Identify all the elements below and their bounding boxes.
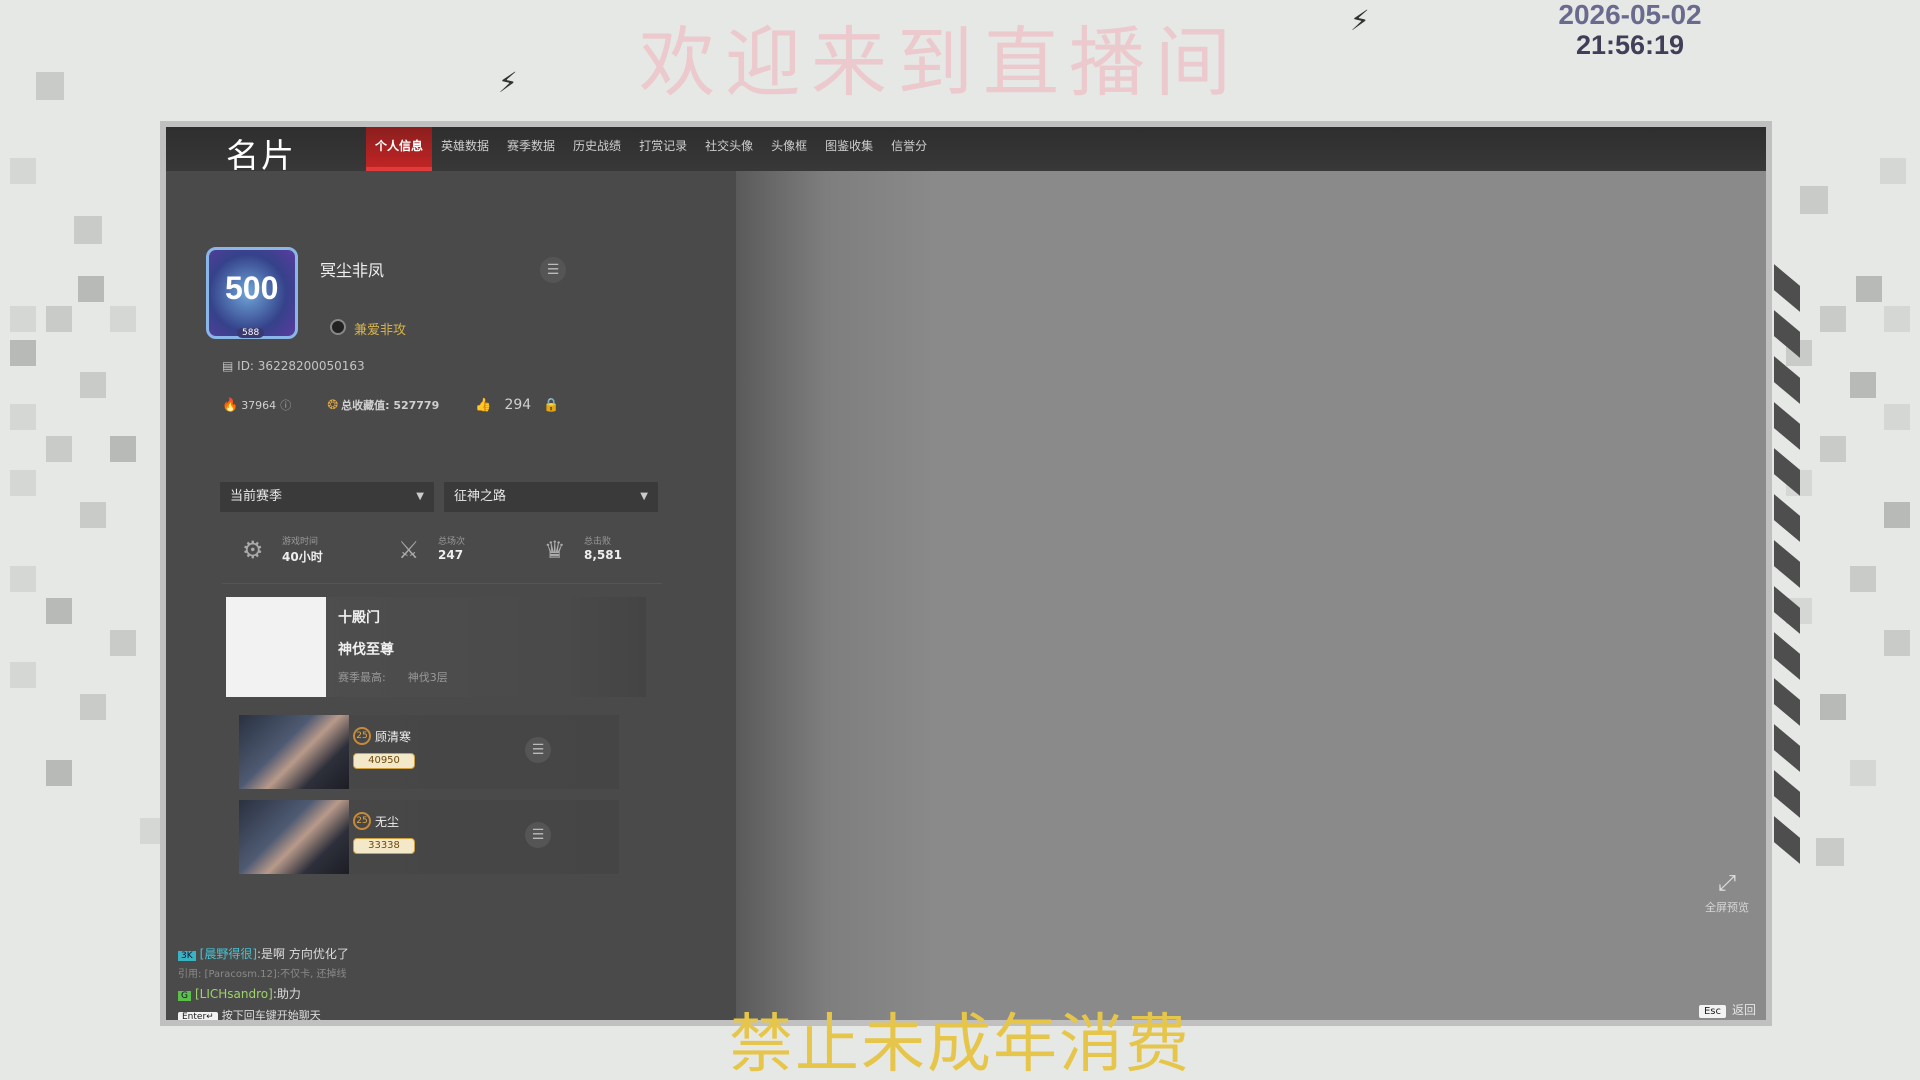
- id-card-icon: ▤: [222, 359, 238, 373]
- tab-match-history[interactable]: 历史战绩: [564, 127, 630, 171]
- stream-datetime: 2026-05-02 21:56:19: [1520, 0, 1740, 60]
- welcome-banner: 欢迎来到直播间: [639, 18, 1241, 107]
- profile-stats-row: 🔥 37964 ⓘ ❂ 总收藏值: 527779 👍 294 🔒: [222, 397, 562, 413]
- enter-key-icon: Enter↵: [178, 1012, 218, 1020]
- stat-label: 总场次: [438, 537, 466, 547]
- lightning-bolt-icon: ⚡: [1350, 4, 1370, 37]
- hero-score: 33338: [353, 838, 415, 854]
- chevron-down-icon: ▼: [640, 491, 648, 502]
- tab-social-avatar[interactable]: 社交头像: [696, 127, 762, 171]
- clock-icon: ⚙: [242, 536, 264, 564]
- tab-collection[interactable]: 图鉴收集: [816, 127, 882, 171]
- tab-season-data[interactable]: 赛季数据: [498, 127, 564, 171]
- heat-value: 37964: [241, 398, 277, 412]
- guild-emblem-icon: [330, 319, 346, 335]
- season-stats: ⚙ 游戏时间 40小时 ⚔ 总场次 247 ♛ 总击败 8,581: [222, 532, 662, 584]
- chat-quote: 引用: [Paracosm.12]:不仅卡, 还掉线: [178, 969, 347, 980]
- tab-hero-data[interactable]: 英雄数据: [432, 127, 498, 171]
- collection-icon: ❂: [327, 397, 339, 413]
- chat-text: :是啊 方向优化了: [257, 947, 349, 961]
- likes-count: 294: [504, 397, 532, 413]
- chat-input-hint[interactable]: Enter↵ 按下回车键开始聊天: [178, 1007, 321, 1022]
- hero-menu-button[interactable]: ☰: [525, 737, 551, 763]
- guild-name[interactable]: 兼爱非攻: [354, 319, 406, 338]
- chevron-down-icon: ▼: [416, 491, 424, 502]
- right-stripe-decor: [1774, 264, 1800, 865]
- info-icon[interactable]: ⓘ: [280, 397, 291, 413]
- stream-date: 2026-05-02: [1558, 0, 1702, 30]
- collection-value: 总收藏值: 527779: [341, 399, 440, 412]
- avatar-frame-number: 500: [225, 270, 279, 306]
- window-title: 名片: [226, 136, 296, 175]
- season-best: 赛季最高: 神伐3层: [338, 669, 448, 685]
- list-icon: ☰: [531, 827, 545, 843]
- stat-label: 游戏时间: [282, 537, 319, 547]
- rank-card[interactable]: 十殿门 神伐至尊 赛季最高: 神伐3层: [226, 597, 646, 697]
- chat-text: :助力: [272, 987, 301, 1001]
- stat-label: 总击败: [584, 537, 612, 547]
- flame-icon: 🔥: [222, 397, 239, 413]
- mode-select[interactable]: 征神之路 ▼: [444, 482, 658, 512]
- stat-value: 247: [438, 548, 464, 562]
- hero-level-badge: 25: [353, 727, 371, 745]
- hero-portrait: [239, 800, 349, 874]
- player-id: ▤ ID: 36228200050163: [222, 359, 365, 373]
- rank-name: 十殿门: [338, 610, 380, 626]
- hero-card[interactable]: 25 顾清寒 40950 ☰: [239, 715, 619, 789]
- chat-message: 3K [晨野得很]:是啊 方向优化了: [178, 945, 349, 962]
- lock-icon: 🔒: [543, 397, 560, 413]
- season-best-value: 神伐3层: [407, 671, 448, 684]
- avatar[interactable]: 500 588: [206, 247, 298, 339]
- hero-portrait: [239, 715, 349, 789]
- chat-nick[interactable]: [晨野得很]: [200, 947, 257, 961]
- window-header: 名片 个人信息 英雄数据 赛季数据 历史战绩 打赏记录 社交头像 头像框 图鉴收…: [166, 127, 1766, 175]
- season-select[interactable]: 当前赛季 ▼: [220, 482, 434, 512]
- hero-level-badge: 25: [353, 812, 371, 830]
- chat-badge: G: [178, 991, 191, 1001]
- thumbs-up-icon[interactable]: 👍: [475, 398, 491, 413]
- profile-menu-button[interactable]: ☰: [540, 257, 566, 283]
- hero-menu-button[interactable]: ☰: [525, 822, 551, 848]
- hero-score: 40950: [353, 753, 415, 769]
- chat-hint-text: 按下回车键开始聊天: [221, 1009, 321, 1022]
- fullscreen-preview-button[interactable]: ⤢ 全屏预览: [1698, 869, 1756, 915]
- chat-message: G [LICHsandro]:助力: [178, 985, 301, 1002]
- rank-emblem-image: [226, 597, 326, 697]
- rank-tier: 神伐至尊: [338, 642, 394, 658]
- tab-tip-records[interactable]: 打赏记录: [630, 127, 696, 171]
- stat-value: 8,581: [584, 548, 622, 562]
- hero-name: 无尘: [375, 815, 400, 829]
- back-button[interactable]: Esc 返回: [1698, 1001, 1756, 1018]
- mode-select-value: 征神之路: [454, 489, 507, 504]
- lightning-bolt-icon: ⚡: [498, 66, 518, 99]
- list-icon: ☰: [546, 262, 560, 278]
- hero-name: 顾清寒: [375, 730, 412, 744]
- fullscreen-label: 全屏预览: [1705, 901, 1749, 914]
- season-best-label: 赛季最高:: [338, 671, 386, 684]
- stream-time: 21:56:19: [1575, 30, 1685, 60]
- esc-key-icon: Esc: [1698, 1005, 1726, 1018]
- crossed-swords-icon: ⚔: [398, 536, 420, 564]
- stat-value: 40小时: [282, 550, 323, 564]
- expand-icon: ⤢: [1718, 871, 1736, 896]
- tab-personal-info[interactable]: 个人信息: [366, 127, 433, 171]
- profile-card-window: 名片 个人信息 英雄数据 赛季数据 历史战绩 打赏记录 社交头像 头像框 图鉴收…: [160, 121, 1772, 1026]
- tab-credit-score[interactable]: 信誉分: [882, 127, 936, 171]
- list-icon: ☰: [531, 742, 545, 758]
- character-preview-area: [736, 171, 1766, 1020]
- chat-nick[interactable]: [LICHsandro]: [195, 987, 273, 1001]
- player-id-text: ID: 36228200050163: [237, 359, 365, 373]
- username: 冥尘非凤: [320, 261, 385, 280]
- trophy-icon: ♛: [544, 536, 566, 564]
- season-select-value: 当前赛季: [230, 489, 283, 504]
- back-label: 返回: [1731, 1003, 1756, 1017]
- hero-card[interactable]: 25 无尘 33338 ☰: [239, 800, 619, 874]
- chat-badge: 3K: [178, 951, 196, 961]
- player-level: 588: [237, 328, 265, 338]
- tab-bar: 个人信息 英雄数据 赛季数据 历史战绩 打赏记录 社交头像 头像框 图鉴收集 信…: [366, 127, 936, 171]
- tab-avatar-frame[interactable]: 头像框: [762, 127, 816, 171]
- minor-spending-warning: 禁止未成年消费: [729, 1008, 1191, 1080]
